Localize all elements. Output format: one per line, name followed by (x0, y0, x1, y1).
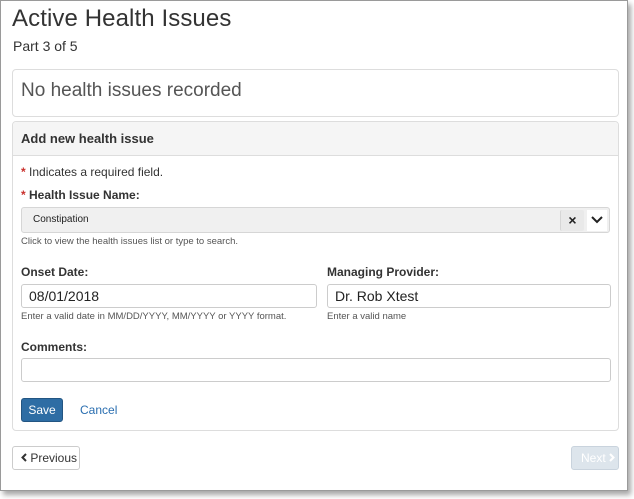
comments-input[interactable] (21, 358, 611, 382)
onset-date-label: Onset Date: (21, 265, 89, 279)
required-star: * (21, 188, 26, 202)
health-issue-label: * Health Issue Name: (21, 188, 140, 202)
health-issues-list-panel: No health issues recorded (12, 69, 619, 117)
previous-label: Previous (30, 451, 78, 465)
empty-state-message: No health issues recorded (21, 80, 242, 101)
managing-provider-input[interactable] (327, 284, 611, 308)
comments-label: Comments: (21, 340, 88, 354)
managing-provider-label: Managing Provider: (327, 265, 440, 279)
next-label: Next (581, 451, 606, 465)
required-note-text: Indicates a required field. (29, 165, 164, 179)
health-issue-help: Click to view the health issues list or … (21, 236, 239, 247)
panel-heading: Add new health issue (13, 122, 618, 156)
app-window: Active Health Issues Part 3 of 5 No heal… (0, 0, 628, 491)
page-title: Active Health Issues (12, 5, 232, 32)
health-issue-combobox[interactable]: Constipation × (21, 207, 610, 233)
onset-date-input[interactable] (21, 284, 317, 308)
next-button[interactable]: Next (571, 446, 619, 470)
clear-selection-button[interactable]: × (560, 210, 584, 231)
chevron-down-icon[interactable] (587, 210, 607, 231)
managing-provider-help: Enter a valid name (327, 311, 407, 322)
page-subtitle: Part 3 of 5 (13, 38, 78, 54)
required-star: * (21, 165, 26, 179)
previous-button[interactable]: Previous (12, 446, 80, 470)
health-issue-selected-value[interactable]: Constipation (33, 214, 89, 225)
chevron-left-icon (21, 447, 27, 469)
required-field-note: * Indicates a required field. (21, 165, 163, 179)
chevron-right-icon (609, 447, 615, 469)
cancel-link[interactable]: Cancel (80, 403, 117, 417)
save-button[interactable]: Save (21, 398, 63, 422)
add-health-issue-panel: Add new health issue * Indicates a requi… (12, 121, 619, 431)
health-issue-label-text: Health Issue Name: (29, 188, 140, 202)
onset-date-help: Enter a valid date in MM/DD/YYYY, MM/YYY… (21, 311, 287, 322)
